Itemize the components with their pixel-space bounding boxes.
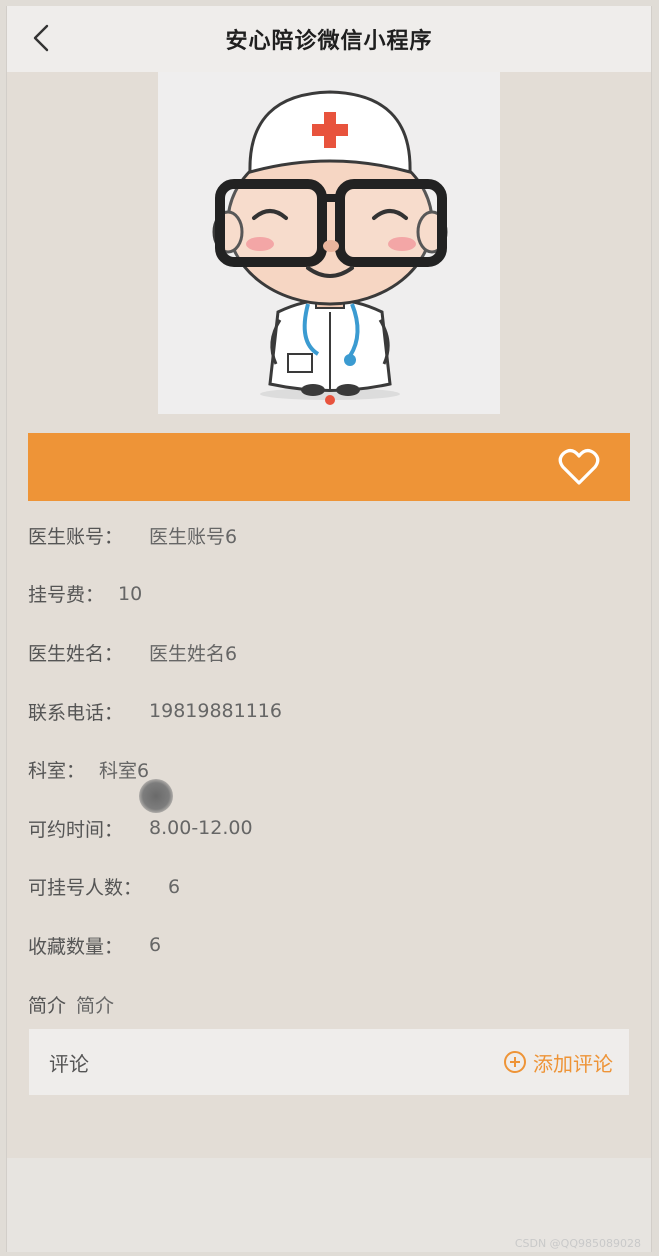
back-button[interactable] xyxy=(21,18,61,58)
info-row-phone: 联系电话： 19819881116 xyxy=(28,682,628,741)
info-row-favorites-count: 收藏数量： 6 xyxy=(28,916,628,975)
fee-label: 挂号费： xyxy=(28,584,105,607)
name-label: 医生姓名： xyxy=(28,642,124,665)
intro-label: 简介 xyxy=(28,994,67,1017)
favorite-button[interactable] xyxy=(558,447,600,487)
info-row-fee: 挂号费： 10 xyxy=(28,565,628,624)
phone-value: 19819881116 xyxy=(149,700,282,723)
phone-label: 联系电话： xyxy=(28,701,124,724)
intro-value: 简介 xyxy=(76,994,115,1017)
info-row-name: 医生姓名： 医生姓名6 xyxy=(28,623,628,682)
favorites-count-value: 6 xyxy=(149,934,162,957)
touch-indicator xyxy=(139,779,173,813)
comment-title: 评论 xyxy=(49,1051,89,1076)
favorites-count-label: 收藏数量： xyxy=(28,935,124,958)
add-comment-button[interactable]: 添加评论 xyxy=(503,1048,613,1077)
department-value: 科室6 xyxy=(99,760,150,783)
chevron-left-icon xyxy=(33,24,49,52)
available-time-value: 8.00-12.00 xyxy=(149,817,253,840)
info-row-department: 科室： 科室6 xyxy=(28,740,628,799)
registration-count-label: 可挂号人数： xyxy=(28,877,143,900)
page-frame: 安心陪诊微信小程序 医生账号： 医生账号6 挂号费： 10 医生姓名： 医生姓名… xyxy=(6,6,652,1252)
watermark: CSDN @QQ985089028 xyxy=(514,1237,641,1250)
page-title: 安心陪诊微信小程序 xyxy=(225,29,433,54)
info-row-available-time: 可约时间： 8.00-12.00 xyxy=(28,799,628,858)
name-value: 医生姓名6 xyxy=(149,642,238,665)
comment-section: 评论 添加评论 xyxy=(29,1029,629,1095)
heart-outline-icon xyxy=(558,449,600,485)
navigation-bar: 安心陪诊微信小程序 xyxy=(7,6,651,72)
orange-banner xyxy=(28,433,630,501)
doctor-cartoon-icon xyxy=(212,90,448,405)
info-row-registration-count: 可挂号人数： 6 xyxy=(28,858,628,917)
fee-value: 10 xyxy=(118,582,143,605)
doctor-avatar-image xyxy=(158,72,500,414)
department-label: 科室： xyxy=(28,760,86,783)
account-label: 医生账号： xyxy=(28,525,124,548)
add-comment-label: 添加评论 xyxy=(533,1051,613,1076)
info-row-account: 医生账号： 医生账号6 xyxy=(28,506,628,565)
account-value: 医生账号6 xyxy=(149,525,238,548)
plus-circle-icon xyxy=(504,1051,526,1073)
doctor-info-list: 医生账号： 医生账号6 挂号费： 10 医生姓名： 医生姓名6 联系电话： 19… xyxy=(28,506,628,1033)
registration-count-value: 6 xyxy=(168,875,181,898)
info-row-intro: 简介 简介 xyxy=(28,975,628,1034)
available-time-label: 可约时间： xyxy=(28,818,124,841)
